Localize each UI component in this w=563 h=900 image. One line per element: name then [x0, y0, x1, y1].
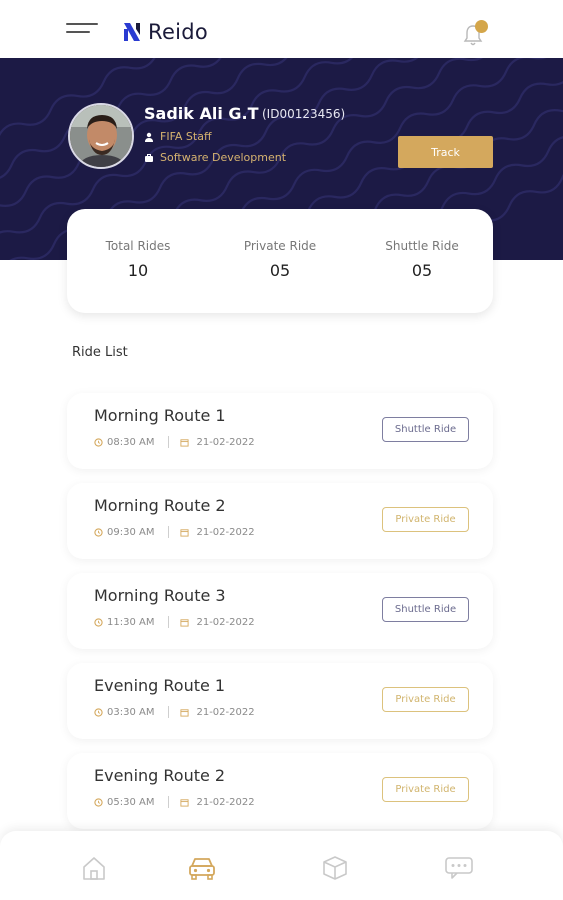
ride-title: Evening Route 2: [94, 766, 226, 785]
nav-home[interactable]: [81, 855, 111, 881]
nav-messages[interactable]: [444, 855, 474, 881]
clock-icon: [94, 437, 103, 447]
calendar-icon: [180, 438, 190, 447]
track-button[interactable]: Track: [398, 136, 493, 168]
car-icon: [189, 858, 215, 880]
home-icon: [83, 857, 105, 880]
ride-type-badge: Private Ride: [382, 507, 469, 532]
menu-button[interactable]: [66, 23, 100, 43]
ride-stats-card: Total Rides 10 Private Ride 05 Shuttle R…: [67, 209, 493, 313]
profile-photo: [70, 105, 132, 167]
ride-type-badge: Private Ride: [382, 777, 469, 802]
divider: [168, 436, 170, 448]
stat-shuttle-ride: Shuttle Ride 05: [351, 209, 493, 313]
user-role: FIFA Staff: [160, 130, 212, 143]
stat-label: Private Ride: [243, 239, 317, 253]
ride-date: 21-02-2022: [196, 616, 255, 628]
stat-value: 05: [411, 261, 433, 280]
ride-time: 11:30 AM: [107, 616, 155, 628]
ride-title: Morning Route 1: [94, 406, 226, 425]
ride-date: 21-02-2022: [196, 526, 255, 538]
ride-title: Morning Route 3: [94, 586, 226, 605]
ride-time: 08:30 AM: [107, 436, 155, 448]
calendar-icon: [180, 798, 190, 807]
ride-type-badge: Private Ride: [382, 687, 469, 712]
divider: [168, 526, 170, 538]
ride-type-badge: Shuttle Ride: [382, 597, 469, 622]
ride-date: 21-02-2022: [196, 796, 255, 808]
user-name: Sadik Ali G.T: [144, 104, 259, 123]
ride-time: 09:30 AM: [107, 526, 155, 538]
divider: [168, 706, 170, 718]
ride-list-item[interactable]: Morning Route 1 08:30 AM 21-02-2022 Shut…: [67, 393, 493, 469]
avatar: [68, 103, 134, 169]
stat-private-ride: Private Ride 05: [209, 209, 351, 313]
ride-date: 21-02-2022: [196, 706, 255, 718]
chat-icon: [445, 857, 473, 879]
ride-list-item[interactable]: Morning Route 3 11:30 AM 21-02-2022 Shut…: [67, 573, 493, 649]
clock-icon: [94, 617, 103, 627]
stat-label: Shuttle Ride: [385, 239, 459, 253]
ride-title: Morning Route 2: [94, 496, 226, 515]
menu-icon-line: [66, 31, 90, 33]
clock-icon: [94, 707, 103, 717]
ride-meta: 09:30 AM 21-02-2022: [94, 526, 255, 538]
top-app-bar: Reido: [0, 0, 563, 58]
ride-meta: 11:30 AM 21-02-2022: [94, 616, 255, 628]
clock-icon: [94, 527, 103, 537]
stat-value: 05: [269, 261, 291, 280]
stat-total-rides: Total Rides 10: [67, 209, 209, 313]
stat-value: 10: [127, 261, 149, 280]
notification-dot: [475, 20, 488, 33]
user-id: (ID00123456): [262, 107, 346, 121]
ride-time: 05:30 AM: [107, 796, 155, 808]
ride-type-badge: Shuttle Ride: [382, 417, 469, 442]
user-role-row: FIFA Staff: [144, 130, 212, 143]
ride-list-title: Ride List: [72, 345, 128, 360]
nav-packages[interactable]: [321, 855, 351, 881]
brand-name: Reido: [148, 20, 209, 44]
ride-meta: 05:30 AM 21-02-2022: [94, 796, 255, 808]
ride-title: Evening Route 1: [94, 676, 226, 695]
calendar-icon: [180, 528, 190, 537]
notification-button[interactable]: [462, 20, 488, 46]
menu-icon: [66, 23, 98, 25]
user-department: Software Development: [160, 151, 287, 164]
divider: [168, 616, 170, 628]
bottom-navigation: [0, 831, 563, 900]
ride-meta: 03:30 AM 21-02-2022: [94, 706, 255, 718]
ride-list-item[interactable]: Morning Route 2 09:30 AM 21-02-2022 Priv…: [67, 483, 493, 559]
ride-list-item[interactable]: Evening Route 2 05:30 AM 21-02-2022 Priv…: [67, 753, 493, 829]
person-icon: [145, 132, 153, 142]
stat-label: Total Rides: [105, 239, 171, 253]
box-icon: [323, 856, 347, 880]
ride-list: Morning Route 1 08:30 AM 21-02-2022 Shut…: [67, 393, 493, 843]
calendar-icon: [180, 618, 190, 627]
user-department-row: Software Development: [144, 151, 286, 164]
ride-list-item[interactable]: Evening Route 1 03:30 AM 21-02-2022 Priv…: [67, 663, 493, 739]
ride-time: 03:30 AM: [107, 706, 155, 718]
divider: [168, 796, 170, 808]
briefcase-icon: [145, 153, 153, 162]
app-logo: Reido: [122, 20, 208, 44]
ride-meta: 08:30 AM 21-02-2022: [94, 436, 255, 448]
calendar-icon: [180, 708, 190, 717]
clock-icon: [94, 797, 103, 807]
ride-date: 21-02-2022: [196, 436, 255, 448]
nav-rides[interactable]: [187, 855, 217, 881]
logo-icon: [124, 23, 140, 41]
